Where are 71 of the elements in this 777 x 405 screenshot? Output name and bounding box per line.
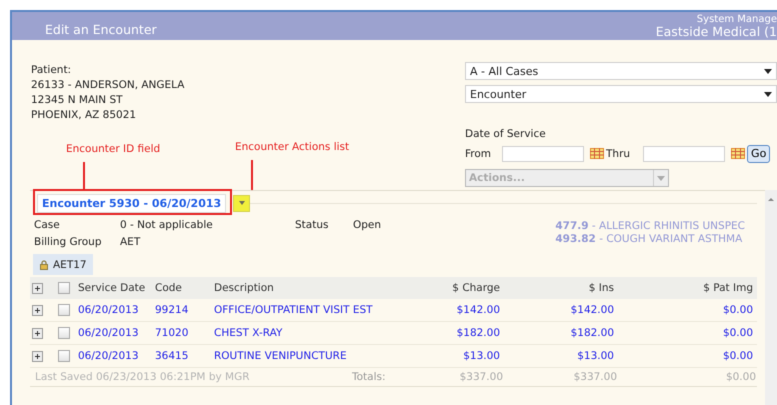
table-cell[interactable]: $142.00 [399, 304, 504, 316]
leader-line [251, 160, 253, 190]
total-value: $0.00 [726, 370, 756, 385]
annotation-label: Encounter ID field [66, 143, 160, 155]
checkbox[interactable] [58, 327, 70, 339]
scrollbar[interactable] [765, 190, 777, 405]
table-cell[interactable]: 36415 [155, 350, 214, 362]
from-label: From [465, 148, 492, 160]
table-cell[interactable]: 06/20/2013 [78, 327, 155, 339]
go-button[interactable]: Go [747, 144, 770, 162]
table-cell[interactable]: 06/20/2013 [78, 304, 155, 316]
checkbox[interactable] [58, 304, 70, 316]
column-header: $ Ins [588, 282, 615, 294]
table-cell[interactable]: $0.00 [618, 304, 757, 316]
table-cell[interactable]: 06/20/2013 [78, 350, 155, 362]
status-value: Open [353, 218, 382, 233]
type-select[interactable]: Encounter [465, 85, 777, 103]
table-cell[interactable]: 71020 [155, 327, 214, 339]
field-label: Billing Group [34, 235, 102, 250]
patient-info: PHOENIX, AZ 85021 [31, 108, 138, 123]
expand-icon[interactable] [32, 328, 43, 338]
expand-icon[interactable] [32, 350, 43, 362]
expand-icon[interactable] [32, 304, 43, 316]
patient-info: 12345 N MAIN ST [31, 93, 124, 108]
column-header: Service Date [78, 282, 146, 294]
from-date-field[interactable] [502, 146, 584, 162]
annotation-label: Encounter Actions list [235, 141, 350, 153]
table-cell[interactable]: $182.00 [504, 327, 618, 339]
user-role: System Manage [696, 14, 777, 25]
column-header: Code [155, 282, 183, 294]
table-cell[interactable]: $182.00 [399, 327, 504, 339]
table-cell[interactable]: $142.00 [504, 304, 618, 316]
patient-label: Patient: [31, 63, 72, 78]
expand-icon[interactable] [32, 282, 43, 294]
table-cell[interactable]: $0.00 [618, 327, 757, 339]
leader-line [83, 162, 85, 190]
calendar-icon[interactable] [731, 148, 746, 159]
status-label: Status [295, 218, 330, 233]
practice-name: Eastside Medical (1 [656, 25, 777, 38]
table-cell[interactable]: CHEST X-RAY [214, 327, 399, 339]
field-label: Case [34, 218, 61, 233]
table-cell[interactable]: ROUTINE VENIPUNCTURE [214, 350, 399, 362]
patient-info: 26133 - ANDERSON, ANGELA [31, 78, 184, 93]
diagnosis: 493.82 - COUGH VARIANT ASTHMA [555, 233, 744, 246]
table-cell[interactable]: OFFICE/OUTPATIENT VISIT EST [214, 304, 399, 316]
total-value: $337.00 [460, 370, 503, 385]
totals-label: Totals: [352, 370, 386, 385]
billing-tab[interactable]: AET17 [33, 254, 93, 275]
column-header: Description [214, 282, 275, 294]
field-value: 0 - Not applicable [120, 218, 214, 233]
thru-date-field[interactable] [643, 146, 726, 162]
total-value: $337.00 [574, 370, 617, 385]
encounter-id-field[interactable]: Encounter 5930 - 06/20/2013 [37, 194, 226, 212]
diagnosis: 477.9 - ALLERGIC RHINITIS UNSPEC [555, 220, 745, 233]
table-cell[interactable]: $13.00 [504, 350, 618, 362]
column-header: $ Pat Img [702, 282, 754, 294]
date-label: Date of Service [465, 128, 547, 140]
case-select[interactable]: A - All Cases [465, 62, 777, 80]
checkbox[interactable] [58, 282, 70, 294]
window-title: Edit an Encounter [45, 22, 157, 36]
table-cell[interactable]: $13.00 [399, 350, 504, 362]
table-cell[interactable]: $0.00 [618, 350, 757, 362]
calendar-icon[interactable] [590, 148, 604, 159]
table-cell[interactable]: 99214 [155, 304, 214, 316]
thru-label: Thru [606, 148, 630, 160]
last-saved-text: Last Saved 06/23/2013 06:21PM by MGR [35, 371, 250, 383]
column-header: $ Charge [451, 282, 501, 294]
checkbox[interactable] [58, 350, 70, 362]
field-value: AET [120, 235, 142, 250]
lock-icon [40, 260, 48, 270]
encounter-actions-button[interactable] [233, 194, 250, 212]
